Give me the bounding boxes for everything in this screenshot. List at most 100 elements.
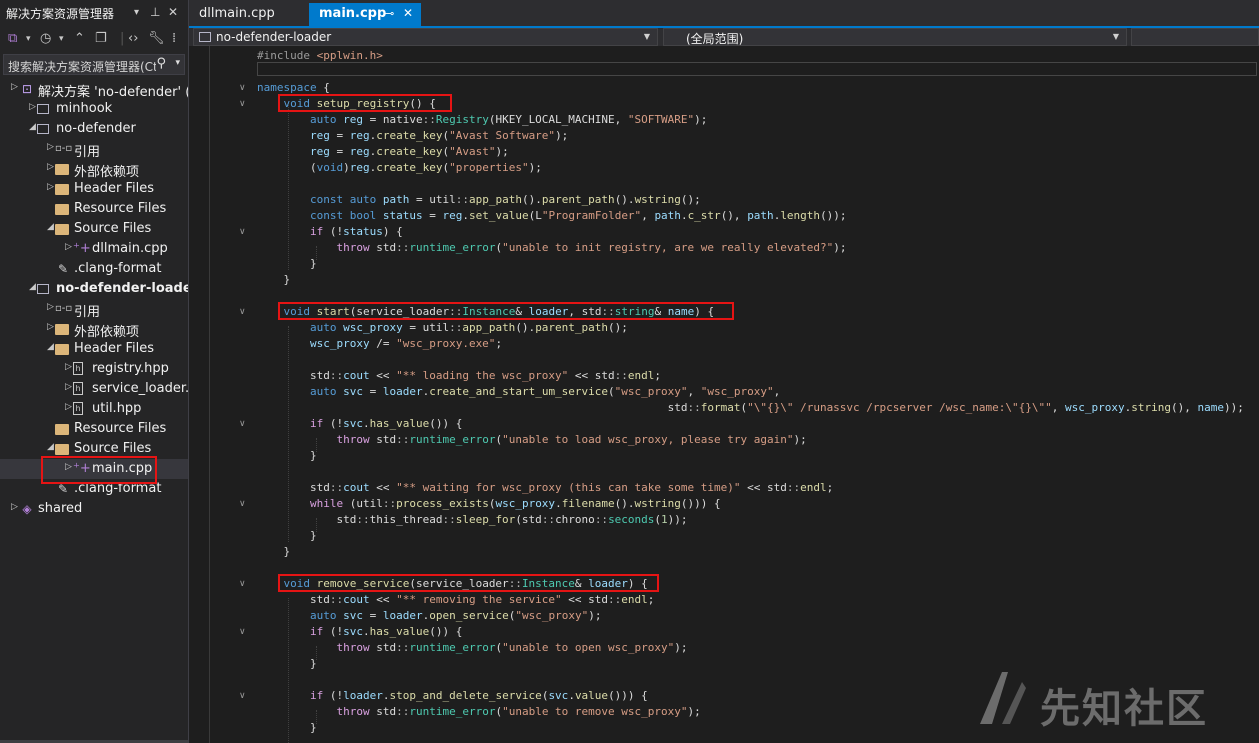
- collapsed-arrow-icon[interactable]: ▷: [11, 502, 18, 512]
- expanded-arrow-icon[interactable]: ◢: [47, 342, 54, 352]
- expanded-arrow-icon[interactable]: ◢: [47, 442, 54, 452]
- code-line[interactable]: const auto path = util::app_path().paren…: [189, 192, 1259, 208]
- expanded-arrow-icon[interactable]: ◢: [47, 222, 54, 232]
- properties-wrench-icon[interactable]: 🔧︎: [148, 31, 165, 46]
- tree-item[interactable]: ✎ .clang-format: [0, 479, 188, 499]
- collapsed-arrow-icon[interactable]: ▷: [11, 82, 18, 92]
- code-line[interactable]: ∨ while (util::process_exists(wsc_proxy.…: [189, 496, 1259, 512]
- tree-item[interactable]: ▷ h util.hpp: [0, 399, 188, 419]
- tree-item[interactable]: ◢ no-defender: [0, 119, 188, 139]
- tree-item[interactable]: ▷ minhook: [0, 99, 188, 119]
- code-line[interactable]: std::cout << "** loading the wsc_proxy" …: [189, 368, 1259, 384]
- code-line[interactable]: [189, 288, 1259, 304]
- fold-toggle-icon[interactable]: ∨: [239, 624, 246, 640]
- code-line[interactable]: std::cout << "** waiting for wsc_proxy (…: [189, 480, 1259, 496]
- collapsed-arrow-icon[interactable]: ▷: [65, 362, 72, 372]
- tree-item[interactable]: ▷ ⁺+ dllmain.cpp: [0, 239, 188, 259]
- collapse-all-icon[interactable]: ⌃: [74, 31, 85, 46]
- code-editor[interactable]: #include <pplwin.h> ∨ namespace {∨ void se…: [189, 46, 1259, 743]
- tab-close-icon[interactable]: ✕: [403, 6, 413, 20]
- history-icon[interactable]: ◷: [40, 31, 51, 46]
- collapsed-arrow-icon[interactable]: ▷: [47, 302, 54, 312]
- tab-pin-icon[interactable]: ⊸: [385, 7, 394, 20]
- code-line[interactable]: [189, 64, 1259, 80]
- code-line[interactable]: ∨ void remove_service(service_loader::In…: [189, 576, 1259, 592]
- collapsed-arrow-icon[interactable]: ▷: [65, 402, 72, 412]
- collapsed-arrow-icon[interactable]: ▷: [47, 142, 54, 152]
- code-line[interactable]: [189, 464, 1259, 480]
- fold-toggle-icon[interactable]: ∨: [239, 224, 246, 240]
- collapsed-arrow-icon[interactable]: ▷: [47, 162, 54, 172]
- search-options-dropdown-icon[interactable]: ▾: [175, 58, 180, 68]
- code-line[interactable]: ∨ if (!status) {: [189, 224, 1259, 240]
- tree-item[interactable]: ✎ .clang-format: [0, 259, 188, 279]
- code-line[interactable]: ∨ void setup_registry() {: [189, 96, 1259, 112]
- more-icon[interactable]: ⁞: [172, 31, 176, 46]
- code-line[interactable]: reg = reg.create_key("Avast Software");: [189, 128, 1259, 144]
- project-dropdown[interactable]: no-defender-loader ▼: [193, 28, 658, 46]
- code-line[interactable]: throw std::runtime_error("unable to load…: [189, 432, 1259, 448]
- show-all-files-icon[interactable]: ❐: [95, 31, 107, 46]
- search-input[interactable]: 搜索解决方案资源管理器(Ctrl+;): [8, 58, 156, 75]
- scope-dropdown[interactable]: (全局范围) ▼: [663, 28, 1127, 46]
- code-line[interactable]: auto wsc_proxy = util::app_path().parent…: [189, 320, 1259, 336]
- fold-toggle-icon[interactable]: ∨: [239, 80, 246, 96]
- tree-item[interactable]: ▷ h registry.hpp: [0, 359, 188, 379]
- code-view-icon[interactable]: ‹›: [128, 31, 138, 46]
- code-line[interactable]: }: [189, 448, 1259, 464]
- code-line[interactable]: throw std::runtime_error("unable to open…: [189, 640, 1259, 656]
- tree-item[interactable]: ▷ ⁺+ main.cpp: [0, 459, 188, 479]
- tree-item[interactable]: ◢ Source Files: [0, 439, 188, 459]
- code-line[interactable]: throw std::runtime_error("unable to init…: [189, 240, 1259, 256]
- code-line[interactable]: auto reg = native::Registry(HKEY_LOCAL_M…: [189, 112, 1259, 128]
- fold-toggle-icon[interactable]: ∨: [239, 576, 246, 592]
- code-line[interactable]: ∨ namespace {: [189, 80, 1259, 96]
- code-line[interactable]: }: [189, 256, 1259, 272]
- code-line[interactable]: }: [189, 544, 1259, 560]
- tree-item[interactable]: ▷ Header Files: [0, 179, 188, 199]
- tab-dllmain-cpp[interactable]: dllmain.cpp: [189, 3, 302, 26]
- expanded-arrow-icon[interactable]: ◢: [29, 282, 36, 292]
- tree-item[interactable]: ◢ Header Files: [0, 339, 188, 359]
- dropdown-icon[interactable]: ▾: [59, 34, 64, 44]
- collapsed-arrow-icon[interactable]: ▷: [65, 382, 72, 392]
- tree-item[interactable]: ▷ 外部依赖项: [0, 319, 188, 340]
- tree-item[interactable]: ◢ no-defender-loader: [0, 279, 188, 299]
- code-line[interactable]: [189, 560, 1259, 576]
- close-icon[interactable]: ✕: [168, 5, 178, 19]
- pin-icon[interactable]: ⊥: [150, 5, 160, 19]
- tree-item[interactable]: Resource Files: [0, 419, 188, 439]
- code-line[interactable]: std::format("\"{}\" /runassvc /rpcserver…: [189, 400, 1259, 416]
- code-line[interactable]: #include <pplwin.h>: [189, 48, 1259, 64]
- code-line[interactable]: auto svc = loader.create_and_start_um_se…: [189, 384, 1259, 400]
- tab-main-cpp[interactable]: main.cpp ⊸ ✕: [309, 3, 421, 26]
- code-line[interactable]: }: [189, 528, 1259, 544]
- code-line[interactable]: std::cout << "** removing the service" <…: [189, 592, 1259, 608]
- member-dropdown[interactable]: [1131, 28, 1259, 46]
- tree-item[interactable]: ▷ 外部依赖项: [0, 159, 188, 180]
- fold-toggle-icon[interactable]: ∨: [239, 688, 246, 704]
- collapsed-arrow-icon[interactable]: ▷: [65, 242, 72, 252]
- tree-item[interactable]: ▷ ▫-▫ 引用: [0, 299, 188, 320]
- collapsed-arrow-icon[interactable]: ▷: [47, 182, 54, 192]
- solution-search-box[interactable]: 搜索解决方案资源管理器(Ctrl+;) ⚲ ▾: [3, 54, 185, 75]
- code-line[interactable]: }: [189, 272, 1259, 288]
- code-line[interactable]: ∨ if (!svc.has_value()) {: [189, 624, 1259, 640]
- collapsed-arrow-icon[interactable]: ▷: [47, 322, 54, 332]
- code-line[interactable]: reg = reg.create_key("Avast");: [189, 144, 1259, 160]
- search-icon[interactable]: ⚲: [156, 56, 166, 71]
- dropdown-icon[interactable]: ▾: [26, 34, 31, 44]
- fold-toggle-icon[interactable]: ∨: [239, 304, 246, 320]
- code-line[interactable]: std::this_thread::sleep_for(std::chrono:…: [189, 512, 1259, 528]
- collapsed-arrow-icon[interactable]: ▷: [65, 462, 72, 472]
- fold-toggle-icon[interactable]: ∨: [239, 496, 246, 512]
- code-line[interactable]: [189, 176, 1259, 192]
- code-line[interactable]: const bool status = reg.set_value(L"Prog…: [189, 208, 1259, 224]
- expanded-arrow-icon[interactable]: ◢: [29, 122, 36, 132]
- tree-item[interactable]: ▷h service_loader.hpp: [0, 379, 188, 399]
- chevron-down-icon[interactable]: ▼: [1113, 32, 1119, 41]
- tree-item[interactable]: ▷ ◈ shared: [0, 499, 188, 519]
- tree-item[interactable]: ▷ ▫-▫ 引用: [0, 139, 188, 160]
- panel-menu-icon[interactable]: ▾: [134, 7, 139, 18]
- fold-toggle-icon[interactable]: ∨: [239, 416, 246, 432]
